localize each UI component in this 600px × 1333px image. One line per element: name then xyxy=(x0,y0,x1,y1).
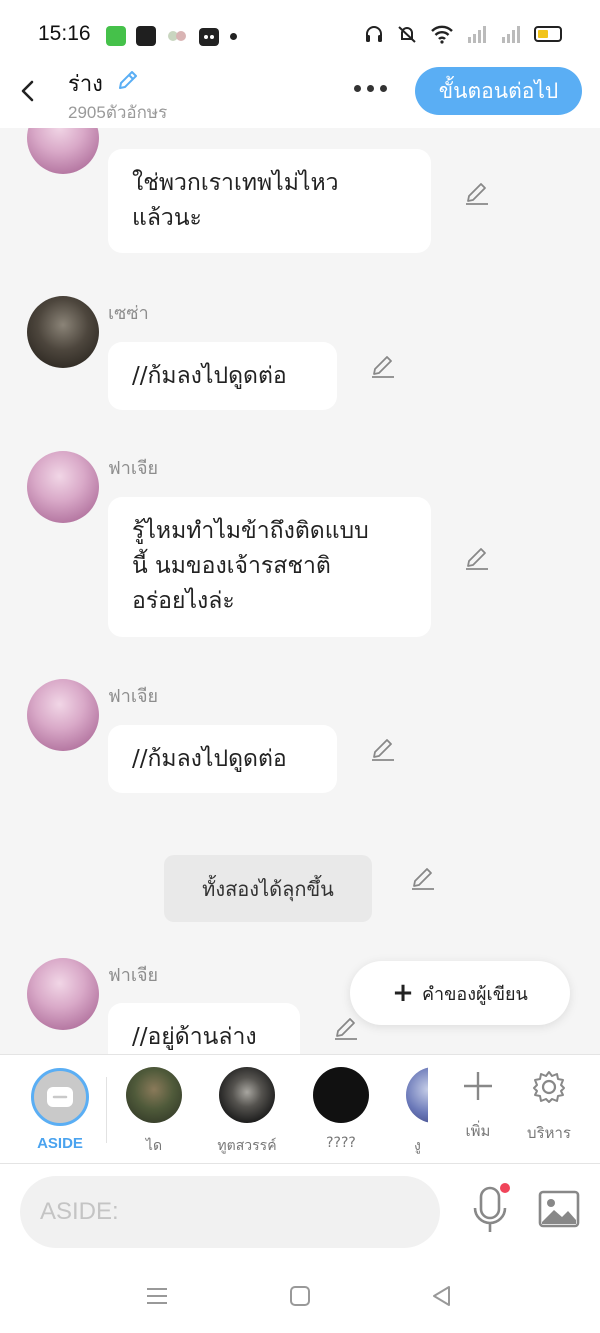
message-bubble[interactable]: //ก้มลงไปดูดต่อ xyxy=(108,342,337,410)
back-arrow-icon[interactable] xyxy=(14,76,44,106)
speaker-name: ฟาเจีย xyxy=(108,458,159,478)
character-label: ได xyxy=(145,1138,163,1154)
notification-dot xyxy=(500,1183,510,1193)
cat-app-icon xyxy=(199,28,219,46)
more-options-icon[interactable] xyxy=(354,76,394,100)
page-title: ร่าง xyxy=(68,71,103,96)
editor-header: ร่าง 2905ตัวอักษร ขั้นตอนต่อไป xyxy=(0,64,600,128)
character-item[interactable]: ได xyxy=(121,1067,187,1157)
character-label: ???? xyxy=(326,1135,356,1151)
message-line: ใช่พวกเราเทพไม่ไหว xyxy=(132,170,339,196)
battery-icon xyxy=(534,26,562,42)
chat-area[interactable]: ใช่พวกเราเทพไม่ไหว แล้วนะ เซซ่า //ก้มลงไ… xyxy=(0,128,600,1054)
message-line: //ก้มลงไปดูดต่อ xyxy=(132,746,287,772)
edit-pencil-icon[interactable] xyxy=(463,544,491,572)
message-line: รู้ไหมทำไมข้าถึงติดแบบ xyxy=(132,518,369,544)
character-count: 2905ตัวอักษร xyxy=(68,103,168,122)
speaker-name: เซซ่า xyxy=(108,303,149,323)
system-nav-bar xyxy=(0,1259,600,1333)
character-avatar xyxy=(126,1067,182,1123)
back-triangle-icon[interactable] xyxy=(429,1283,455,1309)
message-line: //อยู่ด้านล่าง xyxy=(132,1024,257,1050)
next-step-button[interactable]: ขั้นตอนต่อไป xyxy=(415,67,582,115)
gear-icon xyxy=(533,1071,565,1103)
message-line: นี้ นมของเจ้ารสชาติ xyxy=(132,553,331,579)
character-item[interactable]: งู xyxy=(400,1067,428,1157)
message-bubble[interactable]: //ก้มลงไปดูดต่อ xyxy=(108,725,337,793)
avatar[interactable] xyxy=(27,679,99,751)
character-avatar xyxy=(406,1067,428,1123)
status-time: 15:16 xyxy=(38,22,91,45)
image-icon[interactable] xyxy=(538,1190,580,1228)
avatar[interactable] xyxy=(27,296,99,368)
add-label: เพิ่ม xyxy=(465,1122,491,1140)
character-selector: ASIDE ได ทูตสวรรค์ ???? งู เพิ่ม บริหาร xyxy=(0,1054,600,1164)
home-icon[interactable] xyxy=(287,1283,313,1309)
edit-pencil-icon[interactable] xyxy=(409,864,437,892)
manage-characters-button[interactable]: บริหาร xyxy=(519,1069,579,1145)
menu-icon[interactable] xyxy=(144,1283,170,1309)
composer xyxy=(0,1164,600,1259)
narration-text: ทั้งสองได้ลุกขึ้น xyxy=(202,876,334,901)
edit-pencil-icon[interactable] xyxy=(369,352,397,380)
mute-icon xyxy=(398,26,416,43)
plus-icon: + xyxy=(392,978,414,1008)
plus-icon xyxy=(464,1072,492,1100)
message-bubble-icon xyxy=(47,1087,73,1107)
speaker-name: ฟาเจีย xyxy=(108,965,159,985)
character-label: ASIDE xyxy=(37,1135,83,1152)
character-label: งู xyxy=(414,1138,421,1154)
edit-pencil-icon[interactable] xyxy=(369,735,397,763)
author-comment-label: คำของผู้เขียน xyxy=(421,983,528,1005)
author-comment-button[interactable]: + คำของผู้เขียน xyxy=(350,961,570,1025)
wechat-icon xyxy=(106,26,126,46)
edit-pencil-icon[interactable] xyxy=(463,179,491,207)
system-icons xyxy=(364,24,562,44)
character-avatar xyxy=(313,1067,369,1123)
signal-icon xyxy=(468,26,486,43)
headset-icon xyxy=(366,26,382,42)
status-bar: 15:16 xyxy=(0,0,600,64)
character-avatar xyxy=(219,1067,275,1123)
dot-icon xyxy=(230,32,237,40)
character-item[interactable]: ทูตสวรรค์ xyxy=(214,1067,280,1157)
message-line: //ก้มลงไปดูดต่อ xyxy=(132,363,287,389)
signal-icon xyxy=(502,26,520,43)
avatar[interactable] xyxy=(27,958,99,1030)
edit-pencil-icon[interactable] xyxy=(332,1014,360,1042)
character-label: ทูตสวรรค์ xyxy=(217,1138,277,1154)
game-icon xyxy=(168,31,186,41)
manage-label: บริหาร xyxy=(527,1124,571,1142)
wifi-icon xyxy=(431,25,453,44)
avatar[interactable] xyxy=(27,128,99,174)
facebook-icon xyxy=(136,26,156,46)
message-input[interactable] xyxy=(20,1176,440,1248)
edit-title-pencil-icon[interactable] xyxy=(116,68,140,92)
message-bubble[interactable]: ใช่พวกเราเทพไม่ไหว แล้วนะ xyxy=(108,149,431,253)
speaker-name: ฟาเจีย xyxy=(108,686,159,706)
character-item[interactable]: ???? xyxy=(308,1067,374,1151)
divider xyxy=(106,1077,107,1143)
avatar[interactable] xyxy=(27,451,99,523)
add-character-button[interactable]: เพิ่ม xyxy=(448,1069,508,1143)
aside-character-button[interactable] xyxy=(31,1068,89,1126)
narration-block[interactable]: ทั้งสองได้ลุกขึ้น xyxy=(164,855,372,922)
notification-icons xyxy=(106,25,237,47)
message-line: อร่อยไงล่ะ xyxy=(132,588,235,614)
message-bubble[interactable]: รู้ไหมทำไมข้าถึงติดแบบ นี้ นมของเจ้ารสชา… xyxy=(108,497,431,637)
message-bubble[interactable]: //อยู่ด้านล่าง xyxy=(108,1003,300,1054)
message-line: แล้วนะ xyxy=(132,205,202,231)
